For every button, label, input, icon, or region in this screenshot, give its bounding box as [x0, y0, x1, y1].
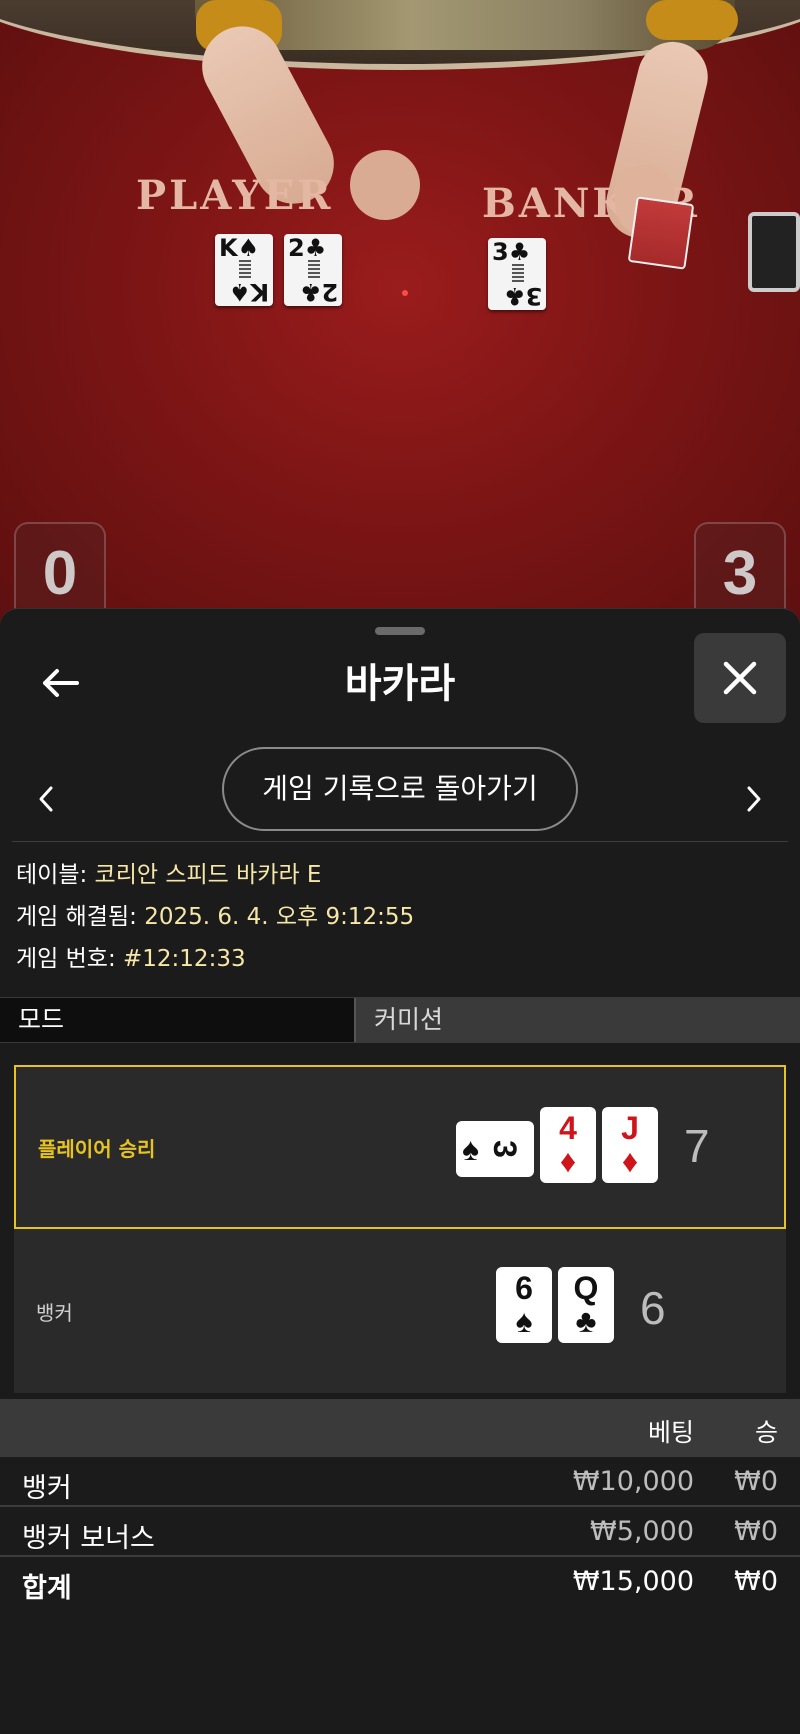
total-row: 합계 ₩15,000 ₩0	[0, 1557, 800, 1607]
dealer-hand-left	[350, 150, 420, 220]
table-card: K♠ K♠	[215, 234, 273, 306]
banker-score-display: 3	[694, 522, 786, 622]
banker-hand-score: 6	[640, 1282, 666, 1334]
bet-amount: ₩5,000	[590, 1516, 694, 1547]
mode-tabs: 모드 커미션	[0, 997, 800, 1043]
table-row: 뱅커 ₩10,000 ₩0	[0, 1457, 800, 1507]
info-value: 코리안 스피드 바카라 E	[94, 862, 322, 888]
banker-hand-row: 뱅커 6 ♠ Q ♣ 6	[14, 1229, 786, 1393]
dealer-sleeve-right	[646, 0, 738, 40]
bet-amount: ₩10,000	[572, 1466, 694, 1497]
sheet-title: 바카라	[344, 661, 456, 707]
drag-handle[interactable]	[375, 627, 425, 635]
info-label: 게임 해결됨:	[16, 904, 137, 930]
table-marker-dot	[402, 290, 408, 296]
table-card: 2♣ 2♣	[284, 234, 342, 306]
card-shoe	[748, 212, 800, 292]
win-amount: ₩0	[734, 1466, 778, 1497]
info-number-line: 게임 번호: #12:12:33	[16, 943, 246, 975]
table-row: 뱅커 보너스 ₩5,000 ₩0	[0, 1507, 800, 1557]
banker-hand-label: 뱅커	[36, 1300, 73, 1325]
next-game-button[interactable]	[736, 769, 772, 829]
close-button[interactable]	[694, 633, 786, 723]
info-label: 테이블:	[16, 862, 88, 888]
previous-game-button[interactable]	[28, 769, 64, 829]
playing-card: Q ♣	[558, 1267, 614, 1343]
playing-card: ♠ 3	[456, 1121, 534, 1177]
playing-card: 6 ♠	[496, 1267, 552, 1343]
player-score-display: 0	[14, 522, 106, 622]
table-card: 3♣ 3♣	[488, 238, 546, 310]
column-header-win: 승	[754, 1418, 778, 1447]
bets-table: 베팅 승 뱅커 ₩10,000 ₩0 뱅커 보너스 ₩5,000 ₩0 합계 ₩…	[0, 1399, 800, 1607]
player-hand-label: 플레이어 승리	[38, 1136, 156, 1161]
tab-mode[interactable]: 모드	[0, 998, 356, 1042]
bet-name: 뱅커 보너스	[22, 1523, 155, 1554]
column-header-bet: 베팅	[647, 1418, 694, 1447]
tab-commission[interactable]: 커미션	[356, 998, 800, 1042]
bets-table-header: 베팅 승	[0, 1399, 800, 1457]
info-resolved-line: 게임 해결됨: 2025. 6. 4. 오후 9:12:55	[16, 901, 414, 933]
felt-label-player: PLAYER	[136, 172, 334, 219]
hands-result: 플레이어 승리 ♠ 3 4 ♦ J ♦ 7 뱅커 6 ♠ Q ♣ 6	[0, 1045, 800, 1393]
bet-name: 뱅커	[22, 1473, 72, 1504]
player-hand-score: 7	[684, 1120, 710, 1172]
live-video-stream: PLAYER BANKER K♠ K♠ 2♣ 2♣ 3♣ 3♣ 0 3	[0, 0, 800, 640]
info-label: 게임 번호:	[16, 946, 116, 972]
close-icon	[723, 661, 757, 695]
total-label: 합계	[22, 1573, 72, 1604]
playing-card: 4 ♦	[540, 1107, 596, 1183]
playing-card: J ♦	[602, 1107, 658, 1183]
info-table-line: 테이블: 코리안 스피드 바카라 E	[16, 859, 321, 891]
player-hand-row: 플레이어 승리 ♠ 3 4 ♦ J ♦ 7	[14, 1065, 786, 1229]
divider	[12, 841, 788, 842]
card-back	[627, 196, 695, 270]
game-details-sheet: 바카라 게임 기록으로 돌아가기 테이블: 코리안 스피드 바카라 E 게임 해…	[0, 608, 800, 1734]
info-value: 2025. 6. 4. 오후 9:12:55	[144, 904, 415, 930]
total-win-amount: ₩0	[734, 1566, 778, 1597]
total-bet-amount: ₩15,000	[572, 1566, 694, 1597]
win-amount: ₩0	[734, 1516, 778, 1547]
back-to-history-button[interactable]: 게임 기록으로 돌아가기	[222, 747, 578, 831]
chevron-right-icon	[747, 786, 761, 812]
info-value: #12:12:33	[123, 946, 246, 972]
chevron-left-icon	[39, 786, 53, 812]
